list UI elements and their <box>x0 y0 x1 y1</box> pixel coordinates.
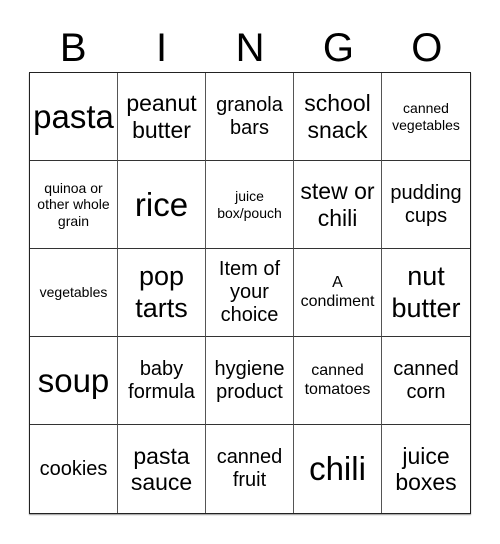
header-letter-g: G <box>322 26 354 70</box>
bingo-cell[interactable]: peanut butter <box>118 73 206 161</box>
bingo-cell[interactable]: soup <box>30 337 118 425</box>
bingo-cell[interactable]: canned tomatoes <box>294 337 382 425</box>
bingo-cell[interactable]: juice box/pouch <box>206 161 294 249</box>
bingo-cell[interactable]: vegetables <box>30 249 118 337</box>
bingo-cell[interactable]: stew or chili <box>294 161 382 249</box>
bingo-cell[interactable]: Item of your choice <box>206 249 294 337</box>
bingo-cell[interactable]: canned fruit <box>206 425 294 513</box>
bingo-grid: pasta peanut butter granola bars school … <box>29 72 471 514</box>
bingo-cell[interactable]: chili <box>294 425 382 513</box>
bingo-cell[interactable]: baby formula <box>118 337 206 425</box>
bingo-cell[interactable]: canned corn <box>382 337 470 425</box>
bingo-cell[interactable]: canned vegetables <box>382 73 470 161</box>
bingo-cell[interactable]: pudding cups <box>382 161 470 249</box>
header-letter-i: I <box>156 26 168 70</box>
bingo-cell[interactable]: school snack <box>294 73 382 161</box>
bingo-cell[interactable]: pop tarts <box>118 249 206 337</box>
header-letter-o: O <box>411 26 443 70</box>
bingo-cell[interactable]: nut butter <box>382 249 470 337</box>
bingo-cell[interactable]: pasta sauce <box>118 425 206 513</box>
bingo-cell[interactable]: pasta <box>30 73 118 161</box>
header-letter-b: B <box>59 26 87 70</box>
bingo-header: B I N G O <box>29 24 471 72</box>
bingo-cell[interactable]: hygiene product <box>206 337 294 425</box>
bingo-cell[interactable]: juice boxes <box>382 425 470 513</box>
bingo-cell[interactable]: cookies <box>30 425 118 513</box>
bingo-cell[interactable]: rice <box>118 161 206 249</box>
header-letter-n: N <box>235 26 265 70</box>
bingo-cell[interactable]: A condiment <box>294 249 382 337</box>
bingo-cell[interactable]: quinoa or other whole grain <box>30 161 118 249</box>
bingo-cell[interactable]: granola bars <box>206 73 294 161</box>
